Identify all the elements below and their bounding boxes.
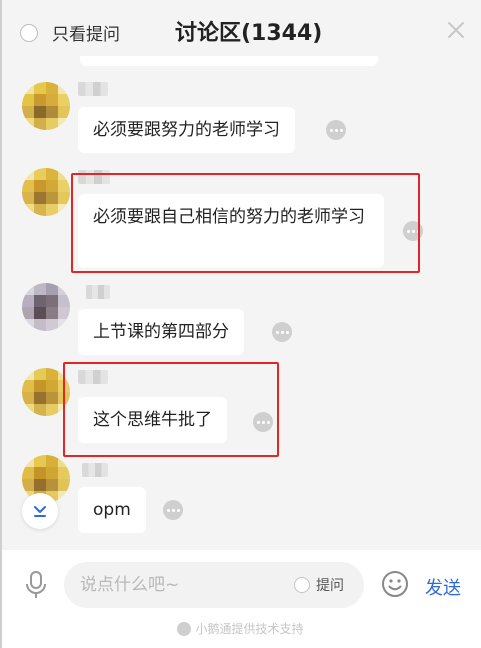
previous-message-bubble [80, 56, 378, 66]
send-button[interactable]: 发送 [425, 574, 461, 600]
scroll-down-icon [34, 506, 46, 517]
highlight-box [71, 173, 420, 273]
more-icon[interactable] [163, 500, 183, 520]
more-icon[interactable] [326, 120, 346, 140]
username [82, 463, 108, 477]
emoji-icon[interactable] [381, 570, 409, 598]
avatar[interactable] [22, 82, 70, 130]
avatar[interactable] [22, 283, 70, 331]
ask-question-label: 提问 [316, 578, 344, 594]
xiaoe-logo-icon [177, 621, 192, 636]
ask-question-toggle[interactable]: 提问 [294, 575, 344, 595]
avatar[interactable] [22, 168, 70, 216]
message-bubble[interactable]: 必须要跟努力的老师学习 [78, 107, 295, 153]
highlight-box [63, 362, 279, 457]
support-footer: 小鹅通提供技术支持 [0, 620, 481, 637]
scroll-to-bottom-button[interactable] [22, 493, 58, 529]
ask-question-radio[interactable] [294, 577, 310, 593]
username [86, 285, 110, 299]
more-icon[interactable] [272, 322, 292, 342]
support-text: 小鹅通提供技术支持 [195, 622, 304, 636]
message-bubble[interactable]: 上节课的第四部分 [78, 309, 244, 355]
only-questions-radio[interactable] [20, 23, 38, 42]
message-bubble[interactable]: opm [78, 487, 146, 533]
message-list[interactable]: 必须要跟努力的老师学习 必须要跟自己相信的努力的老师学习 上节课的第四部分 这个… [0, 40, 481, 550]
discussion-panel: 只看提问 讨论区(1344) 必须要跟努力的老师学习 必须要跟自己相信的努力的老… [0, 0, 481, 648]
composer: 提问 发送 小鹅通提供技术支持 [0, 550, 481, 648]
window-edge [0, 0, 2, 648]
microphone-icon[interactable] [24, 570, 48, 600]
close-icon[interactable] [444, 18, 468, 42]
username [78, 82, 108, 96]
